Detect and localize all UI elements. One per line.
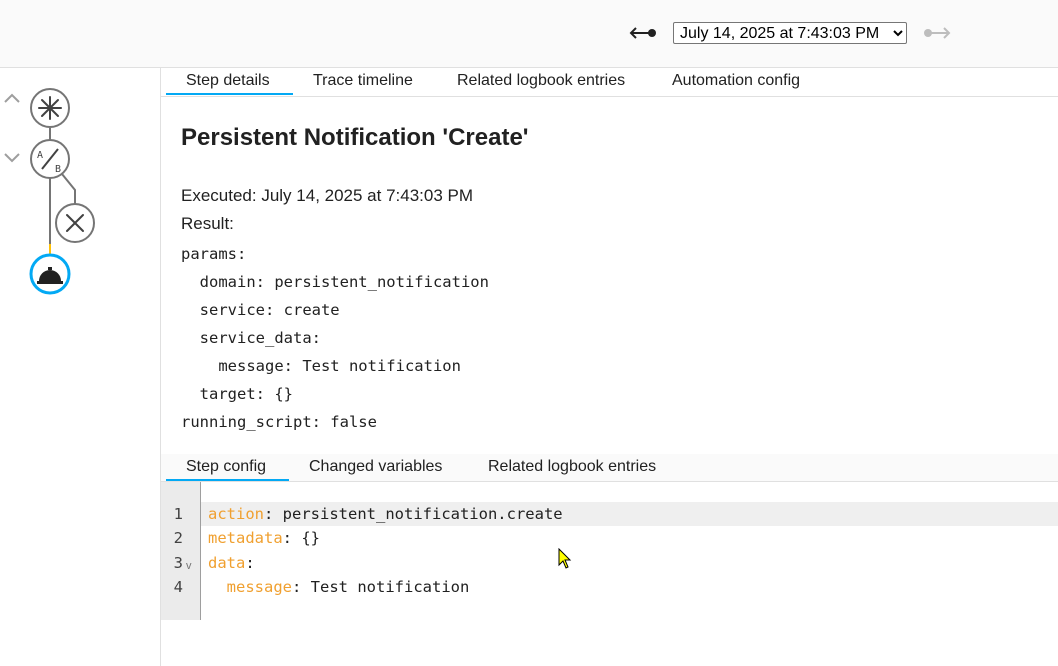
step-tabs: Step config Changed variables Related lo… (161, 454, 1058, 482)
trace-header: July 14, 2025 at 7:43:03 PM (0, 0, 1058, 68)
code-line: action: persistent_notification.create (208, 505, 563, 523)
line-number: 2 (173, 529, 183, 547)
svg-text:A: A (37, 150, 43, 161)
code-line: metadata: {} (208, 529, 320, 547)
tab-step-logbook[interactable]: Related logbook entries (468, 454, 676, 481)
tab-changed-variables[interactable]: Changed variables (289, 454, 462, 481)
result-label: Result: (181, 214, 234, 233)
yaml-key: metadata (208, 529, 283, 547)
yaml-value: Test notification (301, 578, 470, 596)
trace-graph-panel: A B (0, 68, 161, 666)
next-trace-icon (924, 27, 951, 39)
condition-node[interactable]: A B (30, 139, 70, 179)
trace-tabs: Step details Trace timeline Related logb… (161, 68, 1058, 97)
yaml-value: {} (292, 529, 320, 547)
tab-related-logbook[interactable]: Related logbook entries (437, 68, 645, 95)
yaml-line: service: create (181, 301, 340, 319)
svg-text:B: B (55, 164, 61, 175)
tab-trace-timeline[interactable]: Trace timeline (293, 68, 433, 95)
yaml-line: service_data: (181, 329, 321, 347)
trigger-node[interactable] (30, 88, 70, 128)
line-number: 3 (173, 554, 183, 572)
fold-chevron-icon[interactable]: v (186, 560, 192, 572)
code-line: message: Test notification (226, 578, 470, 596)
step-panel: Step details Trace timeline Related logb… (161, 68, 1058, 666)
asterisk-icon (38, 96, 62, 120)
yaml-line: target: {} (181, 385, 293, 403)
trace-run-select[interactable]: July 14, 2025 at 7:43:03 PM (673, 22, 907, 44)
yaml-line: params: (181, 245, 247, 263)
code-line: data: (208, 554, 255, 572)
chevron-up-icon[interactable] (0, 90, 24, 106)
yaml-key: data (208, 554, 246, 572)
trace-graph: A B (29, 88, 95, 295)
action-node[interactable] (29, 253, 71, 295)
line-number: 1 (173, 505, 183, 523)
yaml-key: message (226, 578, 292, 596)
line-gutter: 1 2 3 v 4 (161, 482, 201, 620)
previous-trace-icon[interactable] (628, 25, 658, 41)
result-yaml: params: domain: persistent_notification … (181, 240, 489, 436)
tab-automation-config[interactable]: Automation config (652, 68, 820, 95)
yaml-line: domain: persistent_notification (181, 273, 489, 291)
branch-end-node[interactable] (55, 203, 95, 243)
yaml-line: message: Test notification (181, 357, 461, 375)
step-title: Persistent Notification 'Create' (181, 124, 529, 151)
mouse-pointer-icon (558, 548, 572, 569)
executed-time: Executed: July 14, 2025 at 7:43:03 PM (181, 186, 474, 205)
yaml-key: action (208, 505, 264, 523)
tab-step-details[interactable]: Step details (166, 68, 293, 95)
yaml-line: running_script: false (181, 413, 377, 431)
yaml-value: persistent_notification.create (273, 505, 563, 523)
code-editor[interactable]: 1 2 3 v 4 action: persistent_notificatio… (161, 482, 1058, 620)
line-number: 4 (173, 578, 183, 596)
chevron-down-icon[interactable] (0, 150, 24, 166)
tab-step-config[interactable]: Step config (166, 454, 289, 481)
